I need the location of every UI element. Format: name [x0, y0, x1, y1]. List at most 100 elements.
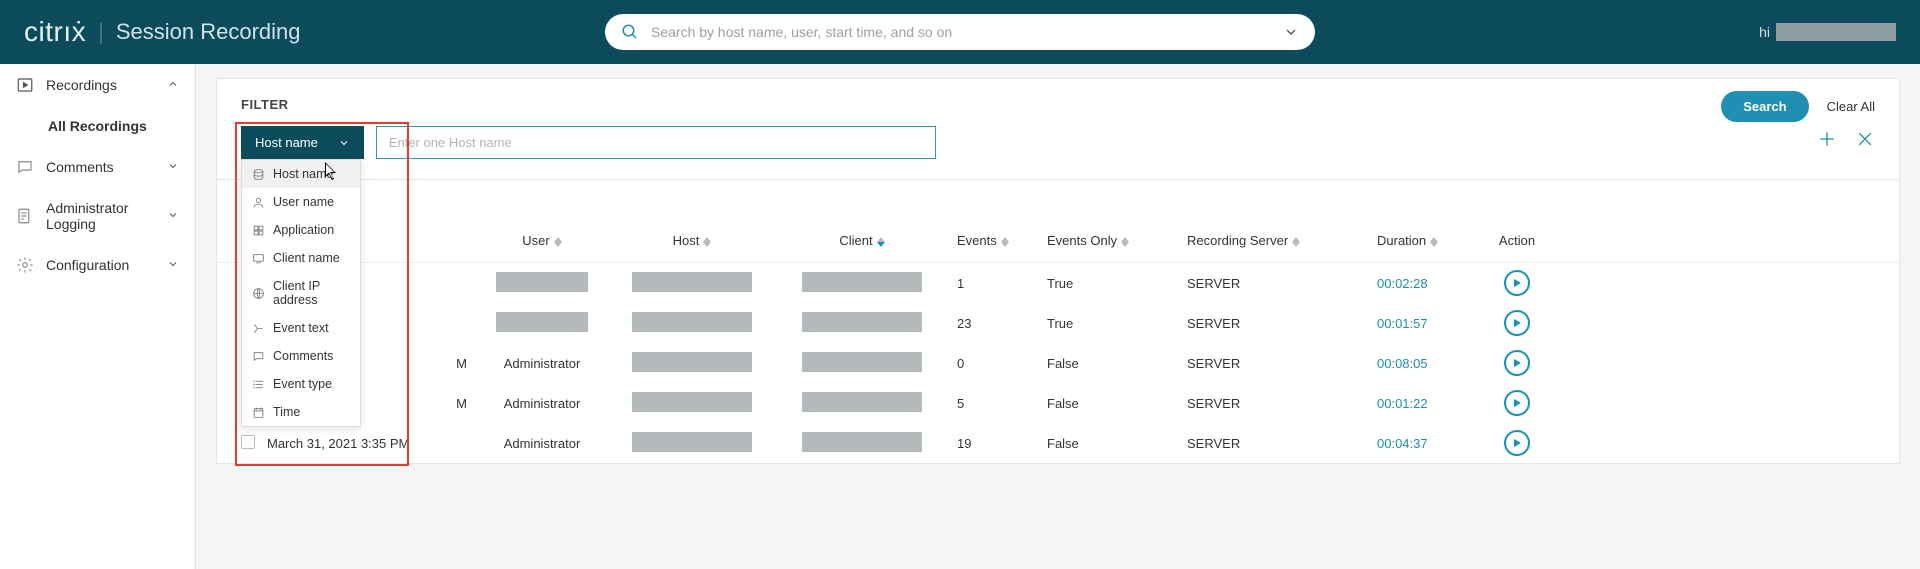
option-label: Comments [273, 349, 333, 363]
filter-option-event-text[interactable]: Event text [242, 314, 360, 342]
client-redacted [802, 272, 922, 292]
play-button[interactable] [1504, 430, 1530, 456]
sort-icon[interactable] [554, 237, 562, 247]
sidebar-item-comments[interactable]: Comments [0, 146, 195, 188]
cell-duration[interactable]: 00:04:37 [1377, 436, 1487, 451]
filter-section: Search Clear All FILTER Host name [217, 79, 1899, 180]
col-host[interactable]: Host [673, 233, 700, 248]
sidebar-item-configuration[interactable]: Configuration [0, 244, 195, 286]
sidebar-item-all-recordings[interactable]: All Recordings [0, 106, 195, 146]
filter-option-user-name[interactable]: User name [242, 188, 360, 216]
cell-events: 0 [947, 356, 1047, 371]
filter-option-time[interactable]: Time [242, 398, 360, 426]
filter-value-input[interactable] [376, 126, 936, 159]
cell-events-only: True [1047, 276, 1187, 291]
play-square-icon [16, 76, 34, 94]
chevron-down-icon[interactable] [1283, 24, 1299, 40]
global-search [605, 14, 1315, 50]
cursor-text-icon [252, 322, 265, 335]
add-filter-icon[interactable] [1817, 129, 1837, 149]
filter-option-comments[interactable]: Comments [242, 342, 360, 370]
filter-option-application[interactable]: Application [242, 216, 360, 244]
comment-icon [16, 158, 34, 176]
table-row[interactable]: M Administrator 5 False SERVER 00:01:22 [217, 383, 1899, 423]
play-icon [1512, 438, 1522, 448]
username-redacted [1776, 23, 1896, 41]
col-events[interactable]: Events [957, 233, 997, 248]
recordings-title-fragment: R [217, 180, 1899, 219]
brand-divider: | [98, 19, 104, 45]
cell-events: 23 [947, 316, 1047, 331]
main-panel: Search Clear All FILTER Host name [216, 78, 1900, 464]
play-button[interactable] [1504, 350, 1530, 376]
cell-rec-server: SERVER [1187, 316, 1377, 331]
host-redacted [632, 272, 752, 292]
play-button[interactable] [1504, 390, 1530, 416]
col-duration[interactable]: Duration [1377, 233, 1426, 248]
comment-icon [252, 350, 265, 363]
sidebar: Recordings All Recordings Comments Admin… [0, 64, 196, 569]
table-row[interactable]: 23 True SERVER 00:01:57 [217, 303, 1899, 343]
filter-option-client-name[interactable]: Client name [242, 244, 360, 272]
sort-icon[interactable] [877, 237, 885, 247]
sort-icon[interactable] [703, 237, 711, 247]
user-icon [252, 196, 265, 209]
row-checkbox[interactable] [241, 435, 255, 449]
option-label: Event text [273, 321, 329, 335]
cell-duration[interactable]: 00:08:05 [1377, 356, 1487, 371]
cell-events: 1 [947, 276, 1047, 291]
filter-option-client-ip[interactable]: Client IP address [242, 272, 360, 314]
search-box[interactable] [605, 14, 1315, 50]
client-redacted [802, 432, 922, 452]
filter-option-event-type[interactable]: Event type [242, 370, 360, 398]
greeting-text: hi [1759, 24, 1770, 40]
play-icon [1512, 358, 1522, 368]
list-icon [252, 378, 265, 391]
table-row[interactable]: March 31, 2021 3:35 PM Administrator 19 … [217, 423, 1899, 463]
cell-duration[interactable]: 00:01:57 [1377, 316, 1487, 331]
col-client[interactable]: Client [839, 233, 872, 248]
cell-events-only: False [1047, 436, 1187, 451]
option-label: Time [273, 405, 300, 419]
cell-duration[interactable]: 00:02:28 [1377, 276, 1487, 291]
play-button[interactable] [1504, 310, 1530, 336]
close-filter-icon[interactable] [1855, 129, 1875, 149]
host-redacted [632, 352, 752, 372]
filter-option-host-name[interactable]: Host name [242, 160, 360, 188]
sort-icon[interactable] [1292, 237, 1300, 247]
product-name: Session Recording [116, 19, 301, 45]
sort-icon[interactable] [1121, 237, 1129, 247]
search-button[interactable]: Search [1721, 91, 1808, 122]
monitor-icon [252, 252, 265, 265]
log-icon [16, 207, 34, 225]
option-label: Application [273, 223, 334, 237]
sort-icon[interactable] [1430, 237, 1438, 247]
col-user[interactable]: User [522, 233, 549, 248]
sidebar-label: Recordings [46, 77, 117, 93]
cell-start: March 31, 2021 3:35 PM [267, 436, 477, 451]
cell-events: 5 [947, 396, 1047, 411]
sidebar-item-recordings[interactable]: Recordings [0, 64, 195, 106]
sidebar-item-admin-logging[interactable]: Administrator Logging [0, 188, 195, 244]
search-input[interactable] [651, 24, 1271, 40]
cell-user: Administrator [477, 356, 607, 371]
table-row[interactable]: M Administrator 0 False SERVER 00:08:05 [217, 343, 1899, 383]
option-label: Event type [273, 377, 332, 391]
col-rec-server[interactable]: Recording Server [1187, 233, 1288, 248]
user-redacted [496, 272, 588, 292]
sort-icon[interactable] [1001, 237, 1009, 247]
play-button[interactable] [1504, 270, 1530, 296]
user-greeting: hi [1759, 23, 1896, 41]
client-redacted [802, 352, 922, 372]
play-icon [1512, 398, 1522, 408]
col-events-only[interactable]: Events Only [1047, 233, 1117, 248]
app-header: citrıẋ | Session Recording hi [0, 0, 1920, 64]
clear-all-button[interactable]: Clear All [1827, 99, 1875, 114]
host-redacted [632, 392, 752, 412]
play-icon [1512, 318, 1522, 328]
host-redacted [632, 432, 752, 452]
filter-type-dropdown[interactable]: Host name Host name User name [241, 126, 364, 159]
filter-dropdown-button[interactable]: Host name [241, 126, 364, 159]
cell-duration[interactable]: 00:01:22 [1377, 396, 1487, 411]
table-row[interactable]: 1 True SERVER 00:02:28 [217, 263, 1899, 303]
